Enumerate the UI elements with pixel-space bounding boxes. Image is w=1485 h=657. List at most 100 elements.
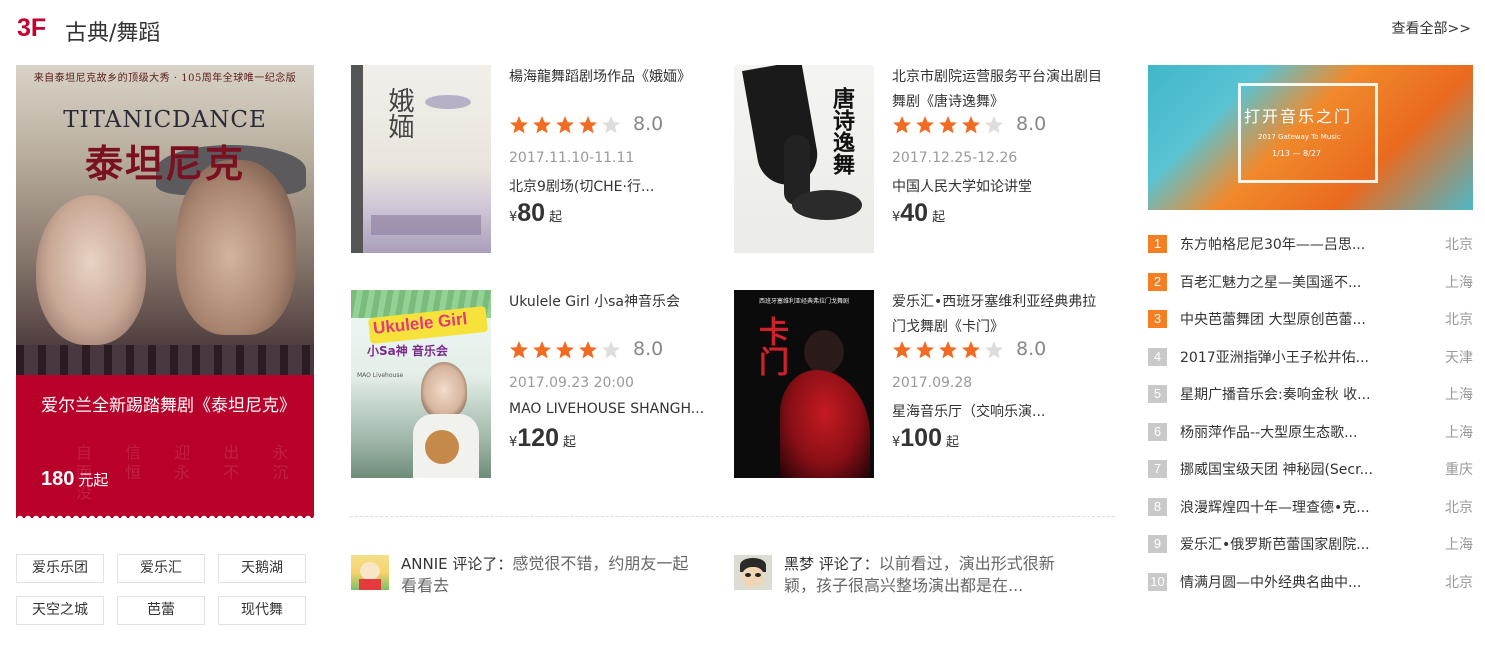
show-name[interactable]: Ukulele Girl 小sa神音乐会: [509, 290, 721, 340]
rating-stars: 8.0: [892, 338, 1046, 362]
user-comment[interactable]: 黑梦 评论了：以前看过，演出形式很新颖，孩子很高兴整场演出都是在...: [734, 553, 1079, 595]
star-empty-icon: [985, 116, 1003, 134]
tag-button[interactable]: 天空之城: [16, 596, 104, 625]
star-icon: [939, 341, 957, 359]
rank-city: 北京: [1445, 312, 1473, 328]
star-icon: [533, 116, 551, 134]
featured-poster[interactable]: 来自泰坦尼克故乡的顶级大秀 · 105周年全球唯一纪念版 TITANICDANC…: [16, 65, 314, 375]
show-poster[interactable]: 唐诗逸舞: [734, 65, 874, 253]
poster-tagline: 来自泰坦尼克故乡的顶级大秀 · 105周年全球唯一纪念版: [33, 73, 297, 84]
price-amount: 40: [900, 199, 929, 227]
star-icon: [962, 341, 980, 359]
rank-city: 上海: [1445, 387, 1473, 403]
ranking-item[interactable]: 8 浪漫辉煌四十年—理查德•克... 北京: [1148, 495, 1473, 519]
rank-number: 7: [1148, 460, 1167, 478]
show-card[interactable]: 唐诗逸舞 北京市剧院运营服务平台演出剧目 舞剧《唐诗逸舞》 8.0 2017.1…: [734, 65, 1104, 253]
rank-number: 8: [1148, 497, 1167, 516]
comment-text: ANNIE 评论了：感觉很不错，约朋友一起看看去: [401, 553, 696, 596]
rank-number: 5: [1148, 385, 1167, 403]
ranking-item[interactable]: 7 挪威国宝级天团 神秘园(Secr... 重庆: [1148, 457, 1473, 481]
rank-title[interactable]: 百老汇魅力之星—美国遥不...: [1180, 272, 1390, 292]
rank-title[interactable]: 挪威国宝级天团 神秘园(Secr...: [1180, 459, 1390, 479]
rank-title[interactable]: 爱乐汇•俄罗斯芭蕾国家剧院...: [1180, 534, 1390, 554]
rank-number: 10: [1148, 572, 1167, 591]
avatar[interactable]: [734, 555, 772, 590]
rank-title[interactable]: 中央芭蕾舞团 大型原创芭蕾...: [1180, 309, 1390, 329]
featured-show[interactable]: 来自泰坦尼克故乡的顶级大秀 · 105周年全球唯一纪念版 TITANICDANC…: [16, 65, 314, 518]
featured-price-unit: 元起: [78, 471, 109, 489]
tag-button[interactable]: 爱乐汇: [117, 554, 205, 583]
rank-city: 上海: [1445, 424, 1473, 441]
show-card[interactable]: 西班牙塞维利亚经典弗拉门戈舞剧 卡门 爱乐汇•西班牙塞维利亚经典弗拉门戈舞剧《卡…: [734, 290, 1104, 478]
show-name[interactable]: 北京市剧院运营服务平台演出剧目 舞剧《唐诗逸舞》: [892, 65, 1104, 115]
show-card[interactable]: Ukulele Girl 小Sa神 音乐会 MAO Livehouse Ukul…: [351, 290, 721, 478]
rank-city: 北京: [1445, 499, 1473, 516]
rank-title[interactable]: 杨丽萍作品--大型原生态歌...: [1180, 422, 1390, 442]
price-amount: 120: [517, 424, 559, 452]
star-empty-icon: [602, 341, 620, 359]
comment-verb: 评论了：: [814, 555, 879, 573]
comment-user[interactable]: 黑梦: [784, 555, 814, 573]
rank-title[interactable]: 浪漫辉煌四十年—理查德•克...: [1180, 497, 1390, 517]
ranking-item[interactable]: 5 星期广播音乐会:奏响金秋 收... 上海: [1148, 382, 1473, 406]
view-all-link[interactable]: 查看全部>>: [1392, 18, 1471, 38]
ranking-item[interactable]: 4 2017亚洲指弹小王子松井佑... 天津: [1148, 345, 1473, 369]
poster-dancers: [16, 345, 314, 375]
promo-banner[interactable]: 打开音乐之门 2017 Gateway To Music 1/13 — 8/27: [1148, 65, 1473, 210]
tag-button[interactable]: 现代舞: [218, 596, 306, 625]
rating-stars: 8.0: [892, 113, 1046, 137]
poster-logo-cn: 泰坦尼克: [84, 141, 245, 186]
featured-info[interactable]: 自 信 迎 出 永 而 恒 永 不 沉 没 爱尔兰全新踢踏舞剧《泰坦尼克》 18…: [16, 375, 314, 518]
featured-background-text: 自 信 迎 出 永 而 恒 永 不 沉 没: [76, 443, 303, 502]
poster-title-text: 唐诗逸舞: [829, 87, 855, 175]
tag-button[interactable]: 芭蕾: [117, 596, 205, 625]
promo-subtitle: 2017 Gateway To Music: [1258, 133, 1341, 141]
star-icon: [510, 341, 528, 359]
ranking-item[interactable]: 2 百老汇魅力之星—美国遥不... 上海: [1148, 270, 1473, 294]
comment-user[interactable]: ANNIE: [401, 555, 448, 573]
rank-city: 北京: [1445, 237, 1473, 253]
star-icon: [893, 341, 911, 359]
user-comment[interactable]: ANNIE 评论了：感觉很不错，约朋友一起看看去: [351, 553, 696, 596]
rating-score: 8.0: [1016, 338, 1047, 360]
show-price: ¥120 起: [509, 424, 576, 453]
price-suffix: 起: [932, 210, 946, 225]
star-icon: [579, 116, 597, 134]
show-date: 2017.09.28: [892, 375, 973, 391]
featured-title[interactable]: 爱尔兰全新踢踏舞剧《泰坦尼克》: [41, 394, 296, 419]
rank-title[interactable]: 情满月圆—中外经典名曲中...: [1180, 572, 1390, 592]
rank-title[interactable]: 东方帕格尼尼30年——吕思...: [1180, 234, 1390, 254]
show-poster[interactable]: 西班牙塞维利亚经典弗拉门戈舞剧 卡门: [734, 290, 874, 478]
star-icon: [510, 116, 528, 134]
poster-logo-en: TITANICDANCE: [63, 107, 267, 133]
ranking-item[interactable]: 9 爱乐汇•俄罗斯芭蕾国家剧院... 上海: [1148, 532, 1473, 556]
poster-subtitle-text: 小Sa神 音乐会: [367, 344, 448, 358]
rating-stars: 8.0: [509, 338, 663, 362]
ranking-item[interactable]: 10 情满月圆—中外经典名曲中... 北京: [1148, 570, 1473, 594]
avatar[interactable]: [351, 555, 389, 590]
ranking-item[interactable]: 3 中央芭蕾舞团 大型原创芭蕾... 北京: [1148, 307, 1473, 331]
ranking-item[interactable]: 6 杨丽萍作品--大型原生态歌... 上海: [1148, 420, 1473, 444]
show-venue: 北京9剧场(切CHE·行...: [509, 179, 655, 195]
featured-price-value: 180: [41, 468, 75, 490]
price-amount: 80: [517, 199, 546, 227]
price-suffix: 起: [946, 435, 960, 450]
show-date: 2017.09.23 20:00: [509, 375, 634, 391]
rating-score: 8.0: [633, 113, 664, 135]
rank-title[interactable]: 星期广播音乐会:奏响金秋 收...: [1180, 384, 1390, 404]
rating-stars: 8.0: [509, 113, 663, 137]
rank-number: 4: [1148, 347, 1167, 366]
show-poster[interactable]: 娥媔: [351, 65, 491, 253]
star-icon: [533, 341, 551, 359]
show-name[interactable]: 楊海龍舞蹈剧场作品《娥媔》: [509, 65, 721, 115]
show-poster[interactable]: Ukulele Girl 小Sa神 音乐会 MAO Livehouse: [351, 290, 491, 478]
rank-city: 北京: [1445, 574, 1473, 591]
show-card[interactable]: 娥媔 楊海龍舞蹈剧场作品《娥媔》 8.0 2017.11.10-11.11 北京…: [351, 65, 721, 253]
show-name[interactable]: 爱乐汇•西班牙塞维利亚经典弗拉门戈舞剧《卡门》: [892, 290, 1104, 340]
tag-button[interactable]: 爱乐乐团: [16, 554, 104, 583]
ranking-item[interactable]: 1 东方帕格尼尼30年——吕思... 北京: [1148, 232, 1473, 256]
rank-city: 上海: [1445, 274, 1473, 291]
star-icon: [916, 116, 934, 134]
tag-button[interactable]: 天鹅湖: [218, 554, 306, 583]
rank-title[interactable]: 2017亚洲指弹小王子松井佑...: [1180, 347, 1390, 367]
